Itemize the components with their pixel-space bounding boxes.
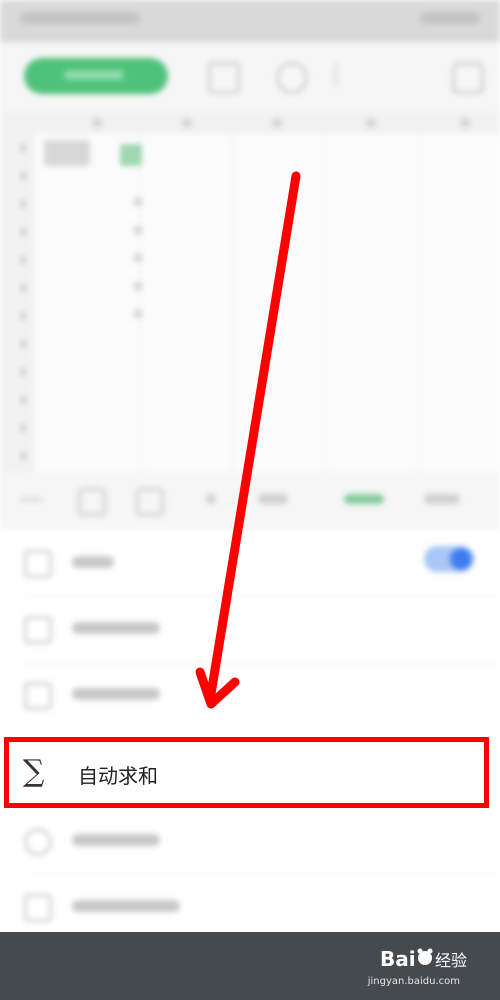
baidu-jingyan-logo: Bai 经验	[380, 947, 467, 971]
menu-item-5[interactable]	[0, 808, 500, 874]
more-icon[interactable]	[452, 62, 484, 94]
menu-item-filter[interactable]	[0, 530, 500, 596]
collapse-icon[interactable]	[20, 498, 42, 501]
format-icon[interactable]	[136, 488, 164, 516]
redo-icon[interactable]	[334, 62, 363, 88]
toolbar-doc-icon[interactable]	[208, 62, 240, 94]
svg-text:Bai: Bai	[380, 947, 416, 971]
spreadsheet-grid[interactable]	[0, 112, 500, 472]
svg-text:经验: 经验	[435, 951, 467, 970]
status-bar-left	[20, 12, 140, 24]
duplicate-icon	[24, 682, 52, 710]
autosum-label: 自动求和	[78, 764, 158, 788]
filter-icon	[24, 550, 52, 578]
status-bar-right	[420, 12, 480, 24]
tab-review[interactable]	[424, 494, 460, 504]
highlight-icon	[24, 894, 52, 922]
toolbar	[0, 42, 500, 112]
watermark-url: jingyan.baidu.com	[367, 976, 460, 987]
menu-item-5-label	[72, 834, 160, 846]
menu-item-3-label	[72, 688, 160, 700]
active-tab-underline	[345, 500, 383, 503]
finish-button[interactable]	[24, 58, 168, 94]
tool-tab-strip	[0, 472, 500, 530]
menu-item-autosum[interactable]: ∑ 自动求和	[4, 737, 489, 808]
menu-item-3[interactable]	[0, 662, 500, 728]
column-header	[0, 112, 500, 134]
tab-insert[interactable]	[258, 494, 288, 504]
menu-item-6-label	[72, 900, 180, 912]
undo-icon[interactable]	[276, 62, 308, 94]
keyboard-icon[interactable]	[78, 488, 106, 516]
formula-icon	[24, 828, 52, 856]
filter-toggle[interactable]	[424, 546, 474, 572]
row-header	[0, 134, 34, 472]
menu-item-2[interactable]	[0, 596, 500, 662]
menu-item-6[interactable]	[0, 874, 500, 940]
finish-button-label	[64, 70, 124, 80]
tab-separator	[206, 494, 216, 504]
sigma-icon: ∑	[23, 754, 45, 789]
menu-item-2-label	[72, 622, 160, 634]
cell-a1[interactable]	[44, 140, 90, 166]
menu-item-filter-label	[72, 556, 114, 568]
status-bar	[0, 0, 500, 42]
selected-cell[interactable]	[120, 144, 142, 166]
sort-icon	[24, 616, 52, 644]
